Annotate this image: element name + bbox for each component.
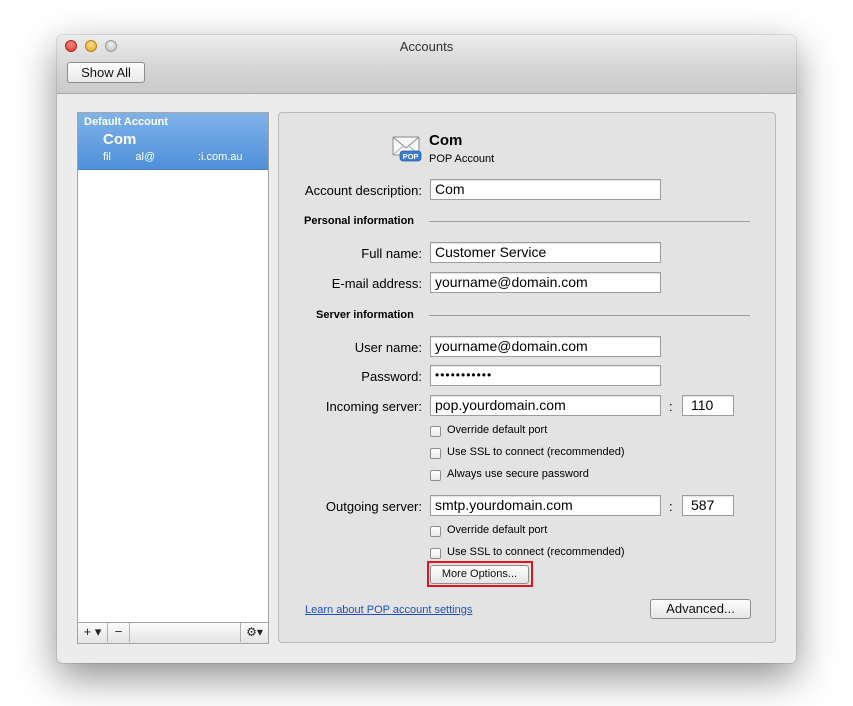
outgoing-port-separator: : [669,499,673,514]
outgoing-use-ssl-label: Use SSL to connect (recommended) [447,546,625,558]
outgoing-use-ssl-checkbox[interactable] [430,548,441,559]
outgoing-port-field[interactable]: 587 [682,495,734,516]
user-name-label: User name: [354,340,422,355]
show-all-button[interactable]: Show All [67,62,145,83]
password-label: Password: [361,369,422,384]
email-address-label: E-mail address: [331,276,422,291]
account-type-label: POP Account [429,153,495,165]
incoming-override-port-checkbox[interactable] [430,426,441,437]
incoming-port-field[interactable]: 110 [682,395,734,416]
accounts-window: Accounts Show All Default Account Com fi… [57,35,796,663]
more-options-button[interactable]: More Options... [430,565,529,584]
outgoing-override-port-checkbox[interactable] [430,526,441,537]
server-information-divider [429,315,750,316]
window-title: Accounts [399,39,454,54]
full-name-label: Full name: [361,246,422,261]
server-information-heading: Server information [316,309,414,321]
incoming-override-port-label: Override default port [447,424,548,436]
learn-pop-settings-link[interactable]: Learn about POP account settings [305,604,472,616]
secure-password-label: Always use secure password [447,468,589,480]
personal-information-divider [429,221,750,222]
personal-information-heading: Personal information [304,215,415,227]
remove-account-button[interactable]: − [108,623,130,642]
full-name-field[interactable]: Customer Service [430,242,661,263]
secure-password-checkbox[interactable] [430,470,441,481]
account-list-email: fil al@ :i.com.au [103,151,243,163]
add-account-button[interactable]: + ▾ [78,623,108,642]
account-description-field[interactable]: Com [430,179,661,200]
gear-icon[interactable]: ⚙▾ [240,623,268,642]
password-field[interactable]: ••••••••••• [430,365,661,386]
account-name-title: Com [429,132,463,149]
outgoing-server-label: Outgoing server: [325,499,422,514]
account-list-name: Com [103,131,137,148]
user-name-field[interactable]: yourname@domain.com [430,336,661,357]
account-list[interactable]: Default Account Com fil al@ :i.com.au + … [77,112,269,644]
email-address-field[interactable]: yourname@domain.com [430,272,661,293]
title-bar: Accounts Show All [57,35,796,94]
account-list-item-selected[interactable]: Default Account Com fil al@ :i.com.au [78,113,268,170]
account-settings-pane: POP Com POP Account Account description:… [278,112,776,643]
account-list-toolbar: + ▾ − ⚙▾ [78,622,268,643]
incoming-use-ssl-checkbox[interactable] [430,448,441,459]
envelope-pop-icon: POP [392,136,422,162]
incoming-server-label: Incoming server: [325,399,422,414]
advanced-button[interactable]: Advanced... [650,599,751,619]
default-account-header: Default Account [84,116,168,128]
account-description-label: Account description: [304,183,422,198]
outgoing-server-field[interactable]: smtp.yourdomain.com [430,495,661,516]
outgoing-override-port-label: Override default port [447,524,548,536]
incoming-port-separator: : [669,399,673,414]
svg-text:POP: POP [403,152,419,161]
incoming-server-field[interactable]: pop.yourdomain.com [430,395,661,416]
incoming-use-ssl-label: Use SSL to connect (recommended) [447,446,625,458]
